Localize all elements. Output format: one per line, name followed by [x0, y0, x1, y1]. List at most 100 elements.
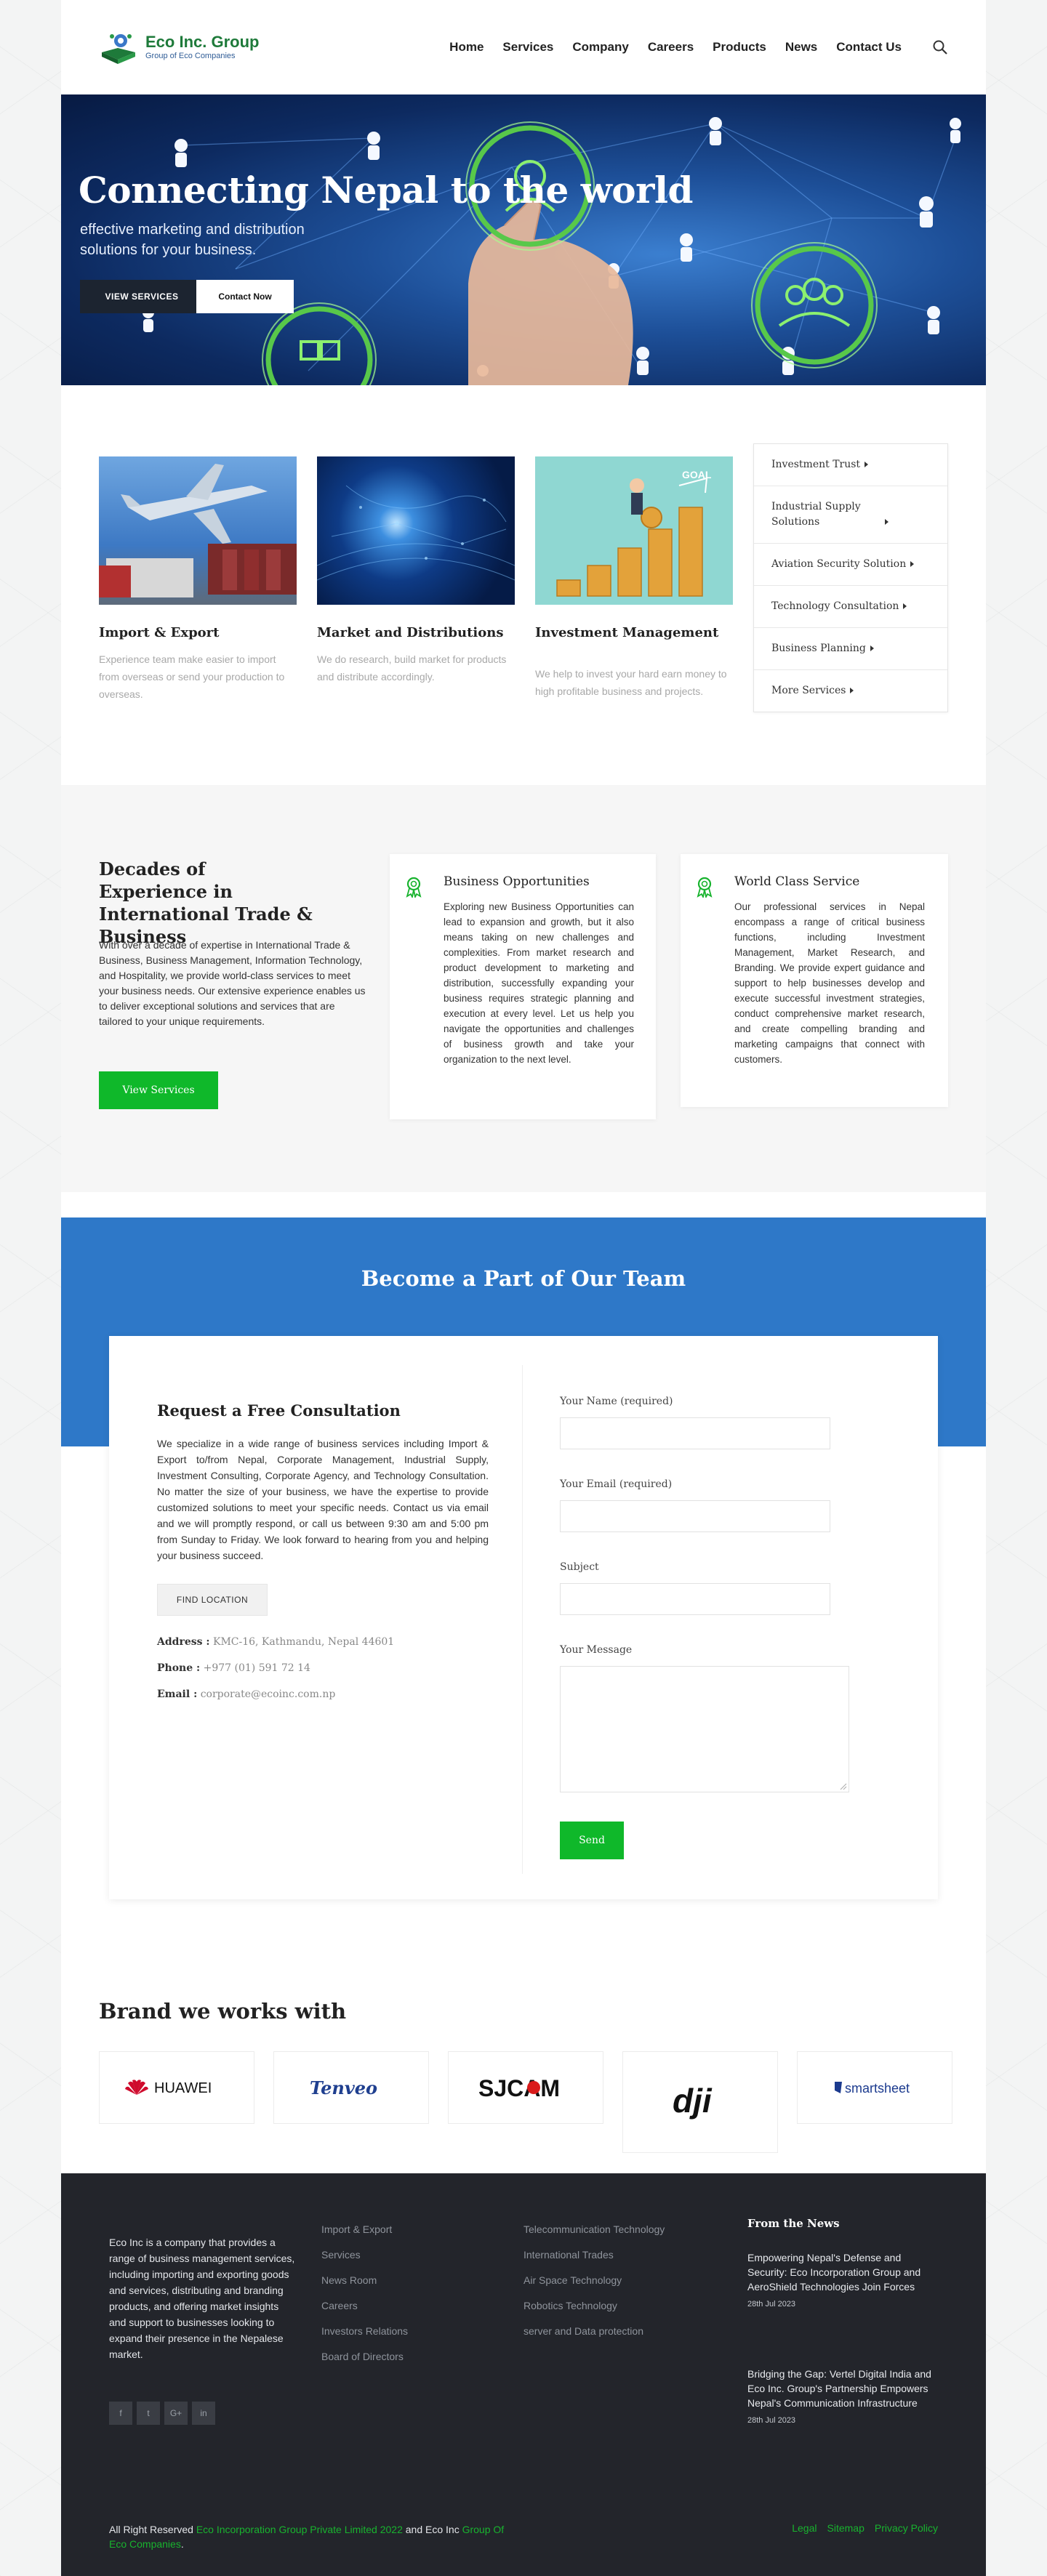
caret-right-icon [865, 462, 869, 467]
copyright-end: . [180, 2538, 184, 2550]
side-item-investment-trust[interactable]: Investment Trust [754, 444, 947, 486]
brand-dji[interactable]: dji [622, 2051, 778, 2153]
caret-right-icon [870, 645, 874, 651]
nav-company[interactable]: Company [572, 40, 628, 55]
market-map-image [317, 456, 515, 605]
address-value: KMC-16, Kathmandu, Nepal 44601 [212, 1636, 395, 1648]
svg-text:GOAL: GOAL [682, 469, 712, 480]
news-title[interactable]: Empowering Nepal's Defense and Security:… [747, 2250, 936, 2294]
side-item-business-planning[interactable]: Business Planning [754, 628, 947, 670]
experience-text: With over a decade of expertise in Inter… [99, 939, 366, 1027]
site-header: Eco Inc. Group Group of Eco Companies Ho… [61, 0, 986, 94]
copyright-mid: and Eco Inc [402, 2524, 462, 2535]
experience-section: Decades of Experience in International T… [61, 785, 986, 1192]
footer-link[interactable]: Import & Export [321, 2217, 408, 2242]
service-text: We do research, build market for product… [317, 653, 507, 683]
service-card-market[interactable]: Market and Distributions We do research,… [317, 456, 515, 685]
nav-careers[interactable]: Careers [648, 40, 694, 55]
nav-products[interactable]: Products [713, 40, 766, 55]
service-side-menu: Investment Trust Industrial Supply Solut… [753, 443, 948, 712]
service-card-import-export[interactable]: Import & Export Experience team make eas… [99, 456, 297, 703]
footer-links-company: Import & Export Services News Room Caree… [321, 2217, 408, 2370]
nav-contact[interactable]: Contact Us [836, 40, 902, 55]
legal-link[interactable]: Legal [792, 2522, 817, 2534]
brand-tenveo[interactable]: Tenveo [273, 2051, 429, 2124]
svg-text:Tenveo: Tenveo [310, 2077, 377, 2098]
service-title: Market and Distributions [317, 625, 504, 640]
brand-huawei[interactable]: HUAWEI [99, 2051, 254, 2124]
footer-link[interactable]: International Trades [524, 2242, 665, 2268]
svg-text:dji: dji [673, 2082, 713, 2120]
contact-form: Your Name (required) Your Email (require… [560, 1396, 849, 1859]
main-nav: Home Services Company Careers Products N… [449, 39, 948, 55]
message-field[interactable] [560, 1666, 849, 1792]
import-export-image [99, 456, 297, 605]
brand-smartsheet[interactable]: smartsheet [797, 2051, 952, 2124]
caret-right-icon [885, 519, 888, 525]
brand-sjcam[interactable]: SJCAM [448, 2051, 603, 2124]
find-location-button[interactable]: FIND LOCATION [157, 1584, 268, 1616]
subject-label: Subject [560, 1561, 599, 1573]
caret-right-icon [910, 561, 915, 567]
news-item[interactable]: Empowering Nepal's Defense and Security:… [747, 2250, 936, 2309]
footer-link[interactable]: Investors Relations [321, 2319, 408, 2344]
subject-field[interactable] [560, 1583, 830, 1615]
footer-link[interactable]: Careers [321, 2293, 408, 2319]
footer-link[interactable]: Services [321, 2242, 408, 2268]
svg-text:smartsheet: smartsheet [845, 2081, 910, 2096]
nav-services[interactable]: Services [502, 40, 553, 55]
dji-logo: dji [673, 2082, 713, 2120]
linkedin-icon[interactable]: in [192, 2402, 215, 2425]
svg-text:HUAWEI: HUAWEI [154, 2080, 212, 2096]
view-services-button[interactable]: VIEW SERVICES [80, 280, 204, 313]
send-button[interactable]: Send [560, 1822, 624, 1859]
footer-link[interactable]: Telecommunication Technology [524, 2217, 665, 2242]
footer-link[interactable]: server and Data protection [524, 2319, 665, 2344]
consultation-info: Request a Free Consultation We specializ… [157, 1401, 489, 1700]
view-services-button[interactable]: View Services [99, 1071, 218, 1109]
twitter-icon[interactable]: t [137, 2402, 160, 2425]
sitemap-link[interactable]: Sitemap [827, 2522, 865, 2534]
address-label: Address : [157, 1636, 210, 1648]
news-item[interactable]: Bridging the Gap: Vertel Digital India a… [747, 2367, 936, 2425]
contact-now-button[interactable]: Contact Now [196, 280, 294, 313]
news-title[interactable]: Bridging the Gap: Vertel Digital India a… [747, 2367, 936, 2410]
google-plus-icon[interactable]: G+ [164, 2402, 188, 2425]
resize-handle-icon[interactable] [840, 1783, 847, 1790]
nav-news[interactable]: News [785, 40, 817, 55]
experience-title-line1: Decades of [99, 858, 206, 880]
logo[interactable]: Eco Inc. Group Group of Eco Companies [99, 31, 259, 64]
search-icon[interactable] [932, 39, 948, 55]
footer-link[interactable]: News Room [321, 2268, 408, 2293]
email-label: Your Email (required) [560, 1478, 673, 1490]
box-text: Our professional services in Nepal encom… [734, 901, 925, 1065]
legal-links: Legal Sitemap Privacy Policy [792, 2522, 938, 2534]
phone-value[interactable]: +977 (01) 591 72 14 [204, 1662, 310, 1674]
news-heading: From the News [747, 2217, 840, 2230]
copyright: All Right Reserved Eco Incorporation Gro… [109, 2522, 516, 2551]
copyright-link[interactable]: Eco Incorporation Group Private Limited … [196, 2524, 403, 2535]
email-value[interactable]: corporate@ecoinc.com.np [201, 1689, 336, 1700]
side-item-technology-consultation[interactable]: Technology Consultation [754, 586, 947, 628]
business-opportunities-box: Business Opportunities Exploring new Bus… [390, 854, 656, 1119]
service-card-investment[interactable]: GOAL Investment Management We help to in… [535, 456, 733, 700]
footer-link[interactable]: Air Space Technology [524, 2268, 665, 2293]
service-title: Investment Management [535, 625, 719, 640]
footer-link[interactable]: Board of Directors [321, 2344, 408, 2370]
nav-home[interactable]: Home [449, 40, 484, 55]
footer-about: Eco Inc is a company that provides a ran… [109, 2237, 295, 2360]
side-item-more-services[interactable]: More Services [754, 670, 947, 712]
tenveo-logo: Tenveo [310, 2077, 377, 2098]
email-label: Email : [157, 1689, 198, 1700]
news-date: 28th Jul 2023 [747, 2300, 796, 2309]
email-field[interactable] [560, 1500, 830, 1532]
name-field[interactable] [560, 1417, 830, 1449]
side-item-label: Aviation Security Solution [771, 558, 907, 570]
footer-link[interactable]: Robotics Technology [524, 2293, 665, 2319]
news-date: 28th Jul 2023 [747, 2416, 796, 2425]
side-item-label: Technology Consultation [771, 600, 899, 612]
side-item-industrial-supply[interactable]: Industrial Supply Solutions [754, 486, 947, 544]
privacy-policy-link[interactable]: Privacy Policy [875, 2522, 938, 2534]
side-item-aviation-security[interactable]: Aviation Security Solution [754, 544, 947, 586]
facebook-icon[interactable]: f [109, 2402, 132, 2425]
